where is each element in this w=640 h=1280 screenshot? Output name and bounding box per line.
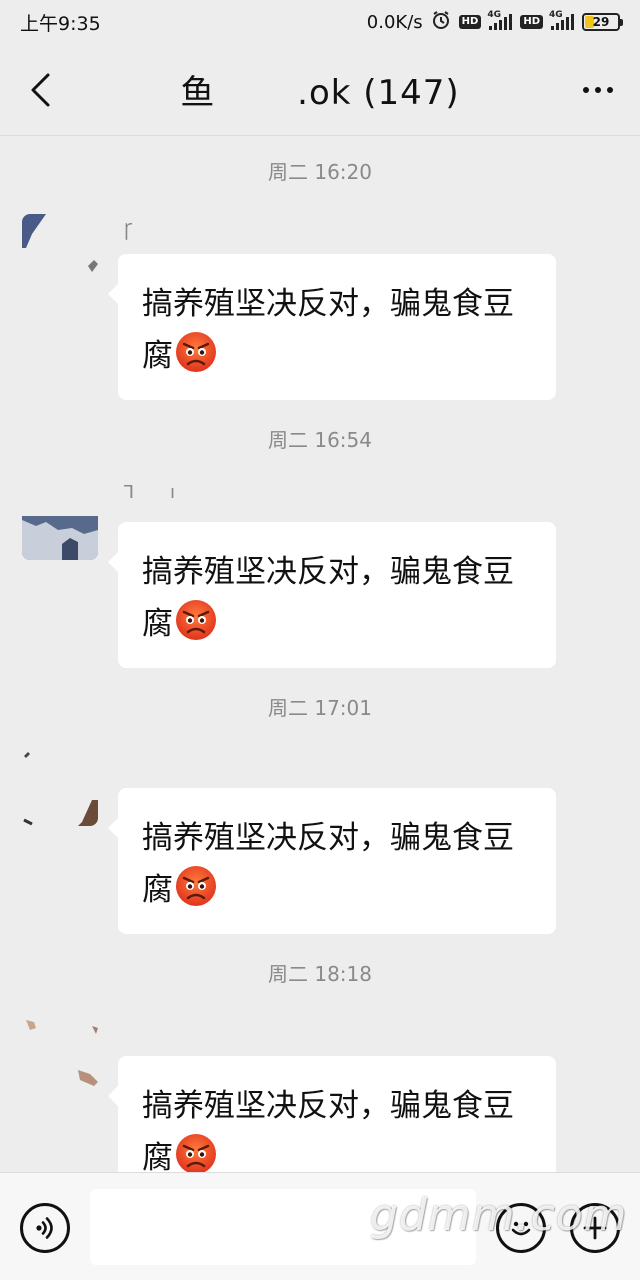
alarm-icon bbox=[431, 10, 451, 35]
chat-header: 鱼 .ok (147) bbox=[0, 44, 640, 136]
avatar[interactable] bbox=[22, 1018, 98, 1094]
hd-badge-2: HD bbox=[520, 15, 543, 29]
avatar-image bbox=[22, 516, 98, 560]
sender-name: Ꞅ bbox=[124, 220, 133, 241]
chevron-left-icon bbox=[31, 73, 50, 107]
more-functions-button[interactable] bbox=[570, 1203, 620, 1253]
angry-face-icon bbox=[176, 332, 216, 372]
message-bubble[interactable]: 搞养殖坚决反对，骗鬼食豆腐 bbox=[108, 788, 556, 934]
chat-title: 鱼 .ok (147) bbox=[180, 73, 460, 113]
message-input[interactable] bbox=[90, 1189, 476, 1265]
avatar[interactable] bbox=[22, 214, 98, 290]
avatar-image bbox=[26, 1020, 98, 1086]
message-list[interactable]: 周二 16:20 Ꞅ 搞养殖坚决反对，骗鬼食豆腐 周二 16:54 Ꞁ ı 搞养… bbox=[0, 136, 640, 1172]
message-timestamp: 周二 17:01 bbox=[268, 696, 372, 720]
more-dot bbox=[595, 87, 601, 93]
smiley-icon bbox=[511, 1221, 531, 1236]
status-time: 上午9:35 bbox=[20, 12, 101, 35]
angry-face-icon bbox=[176, 866, 216, 906]
network-type-2: 4G bbox=[549, 10, 563, 20]
avatar[interactable] bbox=[22, 750, 98, 826]
voice-input-button[interactable] bbox=[20, 1203, 70, 1253]
message-timestamp: 周二 16:54 bbox=[268, 428, 372, 452]
battery-icon: 29 bbox=[582, 13, 623, 31]
avatar[interactable] bbox=[22, 484, 98, 560]
message-timestamp: 周二 18:18 bbox=[268, 962, 372, 986]
sender-name: Ꞁ ı bbox=[124, 482, 176, 503]
emoji-button[interactable] bbox=[496, 1203, 546, 1253]
more-options-button[interactable] bbox=[576, 70, 620, 110]
battery-level: 29 bbox=[592, 15, 610, 29]
message-bubble[interactable]: 搞养殖坚决反对，骗鬼食豆腐 bbox=[108, 1056, 556, 1172]
more-dot bbox=[583, 87, 589, 93]
net-speed: 0.0K/s bbox=[366, 11, 423, 33]
message-timestamp: 周二 16:20 bbox=[268, 160, 372, 184]
back-button[interactable] bbox=[22, 70, 58, 110]
hd-badge-1: HD bbox=[458, 15, 482, 29]
voice-icon bbox=[36, 1217, 53, 1239]
angry-face-icon bbox=[176, 1134, 216, 1172]
status-indicators: 0.0K/s HD 4G HD 4G 29 bbox=[366, 10, 623, 35]
avatar-image bbox=[22, 214, 98, 272]
signal-icon-2: 4G bbox=[549, 10, 574, 30]
message-bubble[interactable]: 搞养殖坚决反对，骗鬼食豆腐 bbox=[108, 254, 556, 400]
more-dot bbox=[607, 87, 613, 93]
plus-icon bbox=[583, 1216, 607, 1240]
signal-icon-1: 4G bbox=[487, 10, 513, 30]
status-bar: 上午9:35 0.0K/s HD 4G HD 4G 29 bbox=[0, 0, 640, 44]
network-type-1: 4G bbox=[487, 10, 501, 20]
angry-face-icon bbox=[176, 600, 216, 640]
avatar-image bbox=[23, 752, 98, 826]
message-bubble[interactable]: 搞养殖坚决反对，骗鬼食豆腐 bbox=[108, 522, 556, 668]
input-bar bbox=[0, 1172, 640, 1280]
